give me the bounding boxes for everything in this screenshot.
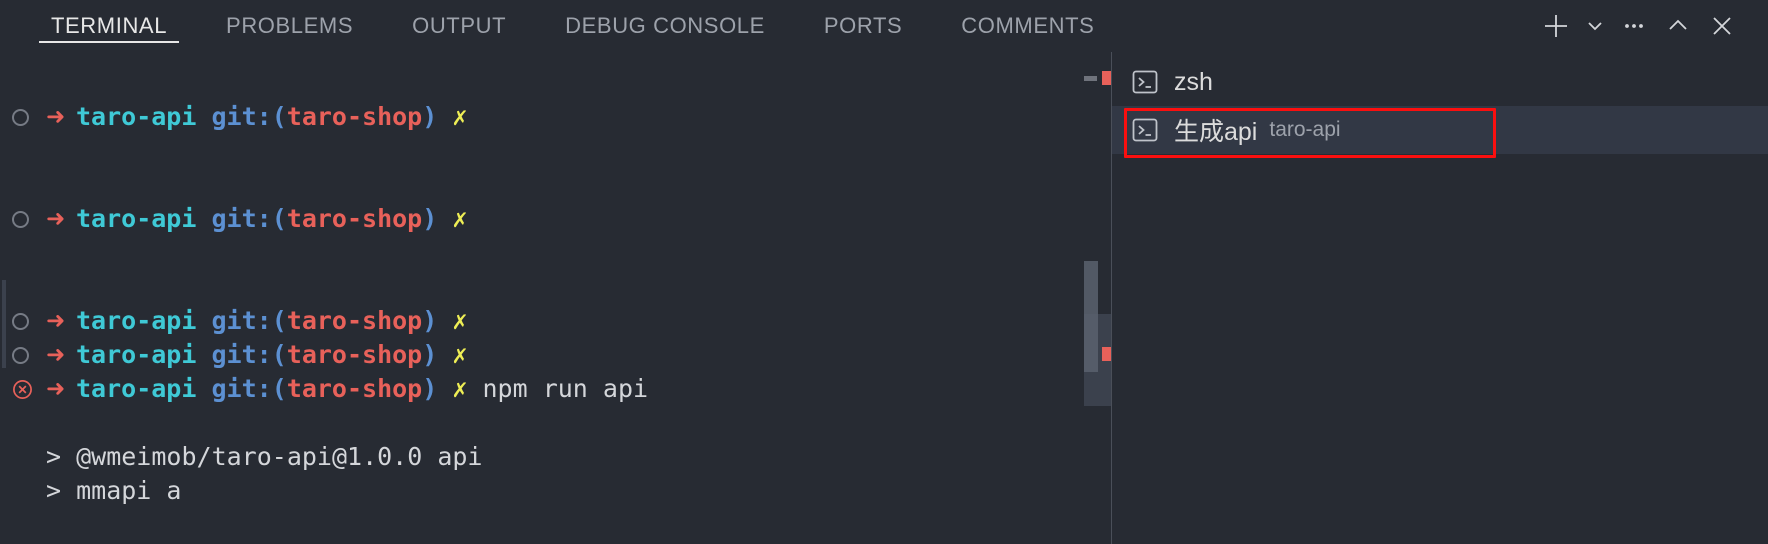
- new-terminal-button[interactable]: [1536, 6, 1576, 46]
- prompt-paren-open: (: [271, 306, 287, 335]
- terminal-command-text: npm run api: [482, 374, 649, 403]
- tab-terminal[interactable]: TERMINAL: [34, 0, 184, 52]
- tab-output-label: OUTPUT: [412, 13, 507, 38]
- tab-ports[interactable]: PORTS: [807, 0, 919, 52]
- prompt-arrow-icon: ➜: [46, 308, 66, 334]
- terminal-list-item-shengcheng-api[interactable]: 生成api taro-api: [1112, 106, 1768, 154]
- prompt-arrow-icon: ➜: [46, 342, 66, 368]
- prompt-paren-open: (: [271, 340, 287, 369]
- tab-ports-label: PORTS: [823, 13, 903, 38]
- command-status-error-icon: [12, 379, 46, 400]
- tab-problems[interactable]: PROBLEMS: [209, 0, 370, 52]
- terminal-dropdown-button[interactable]: [1580, 6, 1610, 46]
- prompt-branch: taro-shop: [286, 374, 423, 403]
- prompt-paren-close: ): [422, 374, 438, 403]
- prompt-paren-close: ): [422, 204, 438, 233]
- command-status-success-icon: [12, 312, 46, 330]
- terminal-icon: [1130, 67, 1160, 97]
- terminal-icon: [1130, 115, 1160, 145]
- tab-problems-label: PROBLEMS: [226, 13, 354, 38]
- prompt-git-prefix: git:: [211, 374, 272, 403]
- prompt-branch: taro-shop: [286, 204, 423, 233]
- prompt-status-mark: ✗: [452, 340, 468, 369]
- panel-tab-bar: TERMINAL PROBLEMS OUTPUT DEBUG CONSOLE P…: [34, 0, 1111, 52]
- prompt-directory: taro-api: [76, 340, 197, 369]
- terminal-lines: ➜ taro-api git: ( taro-shop ) ✗ ➜ taro-a…: [0, 100, 1112, 508]
- terminal-output-area[interactable]: ➜ taro-api git: ( taro-shop ) ✗ ➜ taro-a…: [0, 52, 1112, 544]
- prompt-paren-close: ): [422, 306, 438, 335]
- close-panel-button[interactable]: [1702, 6, 1742, 46]
- panel-body: ➜ taro-api git: ( taro-shop ) ✗ ➜ taro-a…: [0, 52, 1768, 544]
- terminal-output-text: > @wmeimob/taro-api@1.0.0 api: [46, 442, 483, 471]
- prompt-arrow-icon: ➜: [46, 376, 66, 402]
- prompt-directory: taro-api: [76, 306, 197, 335]
- terminal-output-line: > @wmeimob/taro-api@1.0.0 api: [0, 440, 1112, 474]
- prompt-git-prefix: git:: [211, 340, 272, 369]
- prompt-paren-open: (: [271, 102, 287, 131]
- prompt-branch: taro-shop: [286, 340, 423, 369]
- tab-output[interactable]: OUTPUT: [395, 0, 523, 52]
- prompt-branch: taro-shop: [286, 102, 423, 131]
- prompt-arrow-icon: ➜: [46, 206, 66, 232]
- command-status-success-icon: [12, 210, 46, 228]
- prompt-arrow-icon: ➜: [46, 104, 66, 130]
- prompt-git-prefix: git:: [211, 204, 272, 233]
- prompt-branch: taro-shop: [286, 306, 423, 335]
- tab-debug-console[interactable]: DEBUG CONSOLE: [548, 0, 782, 52]
- terminal-line: ➜ taro-api git: ( taro-shop ) ✗: [0, 100, 1112, 134]
- prompt-status-mark: ✗: [452, 306, 468, 335]
- tab-terminal-label: TERMINAL: [51, 13, 168, 38]
- terminal-tabs-list: zsh 生成api taro-api: [1112, 52, 1768, 544]
- tab-debug-console-label: DEBUG CONSOLE: [565, 13, 765, 38]
- terminal-line: ➜ taro-api git: ( taro-shop ) ✗: [0, 202, 1112, 236]
- prompt-status-mark: ✗: [452, 102, 468, 131]
- terminal-line: ➜ taro-api git: ( taro-shop ) ✗: [0, 338, 1112, 372]
- views-and-more-actions-button[interactable]: [1614, 6, 1654, 46]
- panel-header: TERMINAL PROBLEMS OUTPUT DEBUG CONSOLE P…: [0, 0, 1768, 52]
- terminal-output-line: > mmapi a: [0, 474, 1112, 508]
- panel-header-actions: [1536, 0, 1742, 52]
- tab-comments-label: COMMENTS: [961, 13, 1095, 38]
- command-status-success-icon: [12, 108, 46, 126]
- terminal-overview-ruler[interactable]: [1080, 52, 1112, 544]
- prompt-git-prefix: git:: [211, 306, 272, 335]
- prompt-status-mark: ✗: [452, 204, 468, 233]
- terminal-output-text: > mmapi a: [46, 476, 182, 505]
- maximize-panel-button[interactable]: [1658, 6, 1698, 46]
- prompt-git-prefix: git:: [211, 102, 272, 131]
- prompt-status-mark: ✗: [452, 374, 468, 403]
- prompt-paren-open: (: [271, 374, 287, 403]
- terminal-line: ➜ taro-api git: ( taro-shop ) ✗ npm run …: [0, 372, 1112, 406]
- command-status-success-icon: [12, 346, 46, 364]
- prompt-directory: taro-api: [76, 102, 197, 131]
- vscode-terminal-panel: TERMINAL PROBLEMS OUTPUT DEBUG CONSOLE P…: [0, 0, 1768, 544]
- terminal-list-item-subtitle: taro-api: [1269, 118, 1341, 141]
- terminal-list-item-zsh[interactable]: zsh: [1112, 58, 1768, 106]
- prompt-paren-open: (: [271, 204, 287, 233]
- terminal-list-item-title: zsh: [1174, 67, 1213, 96]
- prompt-paren-close: ): [422, 102, 438, 131]
- terminal-list-item-title: 生成api: [1174, 118, 1258, 146]
- prompt-directory: taro-api: [76, 204, 197, 233]
- terminal-line: ➜ taro-api git: ( taro-shop ) ✗: [0, 304, 1112, 338]
- prompt-paren-close: ): [422, 340, 438, 369]
- tab-comments[interactable]: COMMENTS: [944, 0, 1111, 52]
- prompt-directory: taro-api: [76, 374, 197, 403]
- overview-ruler-mark: [1084, 76, 1097, 81]
- terminal-scrollbar-thumb[interactable]: [1084, 261, 1098, 372]
